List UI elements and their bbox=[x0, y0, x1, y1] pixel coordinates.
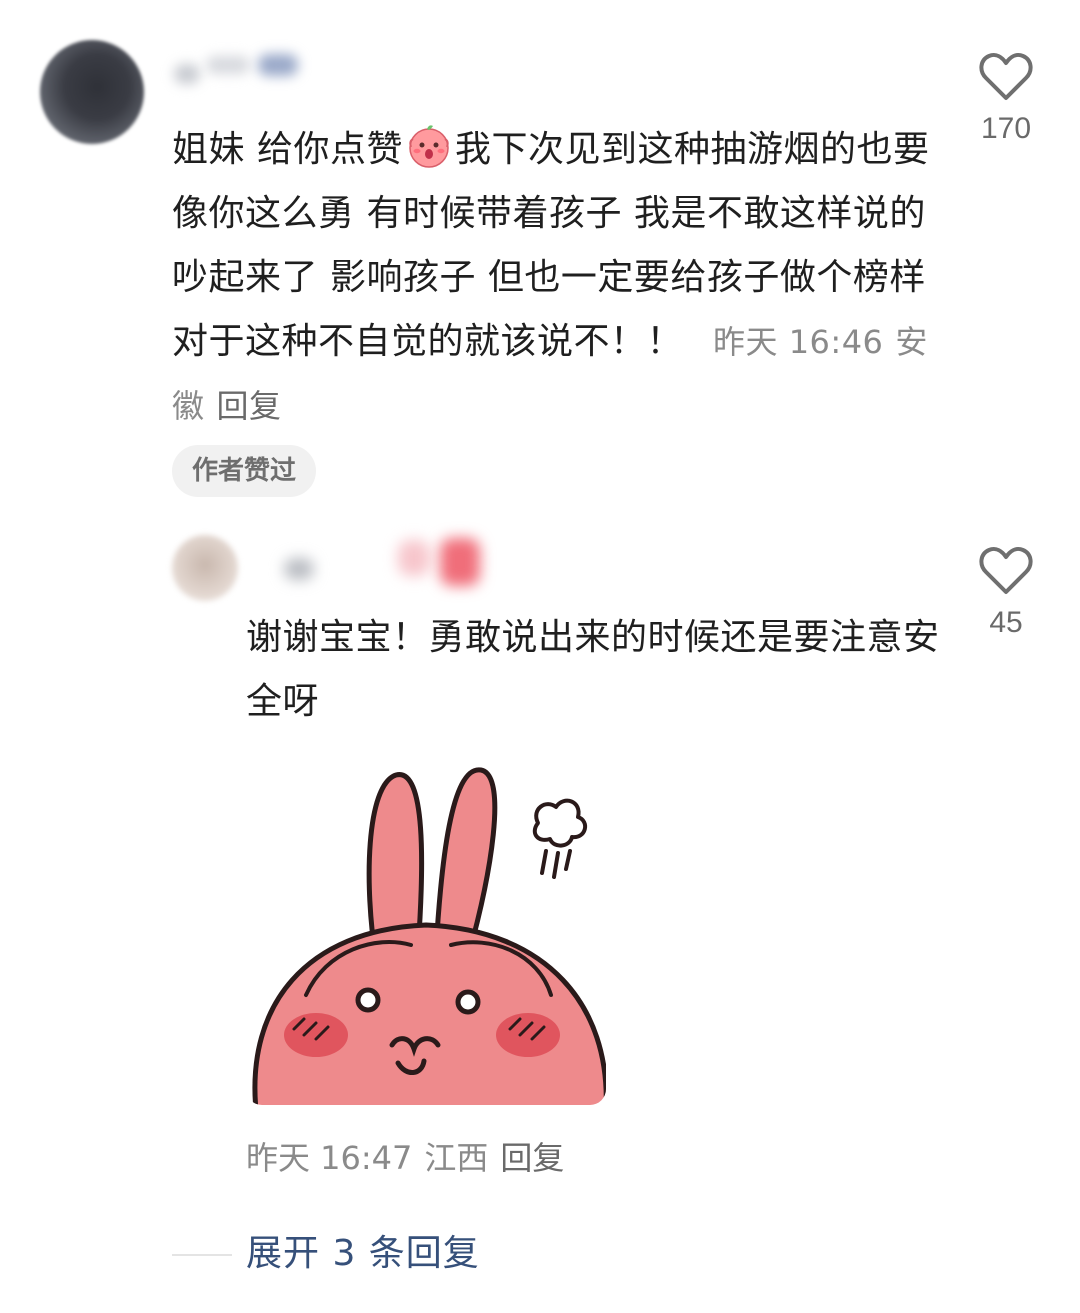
shocked-face-emoji-icon bbox=[405, 121, 453, 169]
avatar[interactable] bbox=[40, 40, 144, 144]
author-liked-badge: 作者赞过 bbox=[172, 445, 317, 497]
comment-text-part: 姐妹 给你点赞 bbox=[172, 129, 403, 170]
reply-like-count: 45 bbox=[989, 606, 1023, 639]
reply-avatar[interactable] bbox=[172, 535, 238, 601]
like-button[interactable]: 170 bbox=[956, 52, 1056, 146]
heart-outline-icon[interactable] bbox=[978, 546, 1034, 596]
reply-username-blurred[interactable] bbox=[270, 530, 530, 600]
reply-body: 谢谢宝宝！勇敢说出来的时候还是要注意安全呀 bbox=[246, 617, 940, 722]
reply-time: 昨天 16:47 bbox=[246, 1139, 413, 1177]
reply-location: 江西 bbox=[424, 1139, 489, 1177]
like-count: 170 bbox=[980, 112, 1032, 145]
comment-time: 昨天 16:46 bbox=[713, 323, 884, 361]
heart-outline-icon[interactable] bbox=[978, 52, 1034, 102]
reply-button[interactable]: 回复 bbox=[217, 387, 282, 425]
reply-meta: 昨天 16:47 江西 回复 bbox=[246, 1134, 564, 1182]
expand-replies-button[interactable]: 展开 3 条回复 bbox=[246, 1228, 480, 1280]
username-blurred[interactable] bbox=[172, 50, 322, 92]
reply-like-button[interactable]: 45 bbox=[956, 546, 1056, 640]
expand-divider bbox=[172, 1254, 232, 1256]
comment-body: 姐妹 给你点赞 我下次见到这种抽游烟的也要像你这么勇 有时候带着孩子 我是不敢这… bbox=[172, 118, 932, 438]
reply-reply-button[interactable]: 回复 bbox=[500, 1139, 564, 1177]
pink-rabbit-sticker-image[interactable] bbox=[246, 745, 606, 1105]
